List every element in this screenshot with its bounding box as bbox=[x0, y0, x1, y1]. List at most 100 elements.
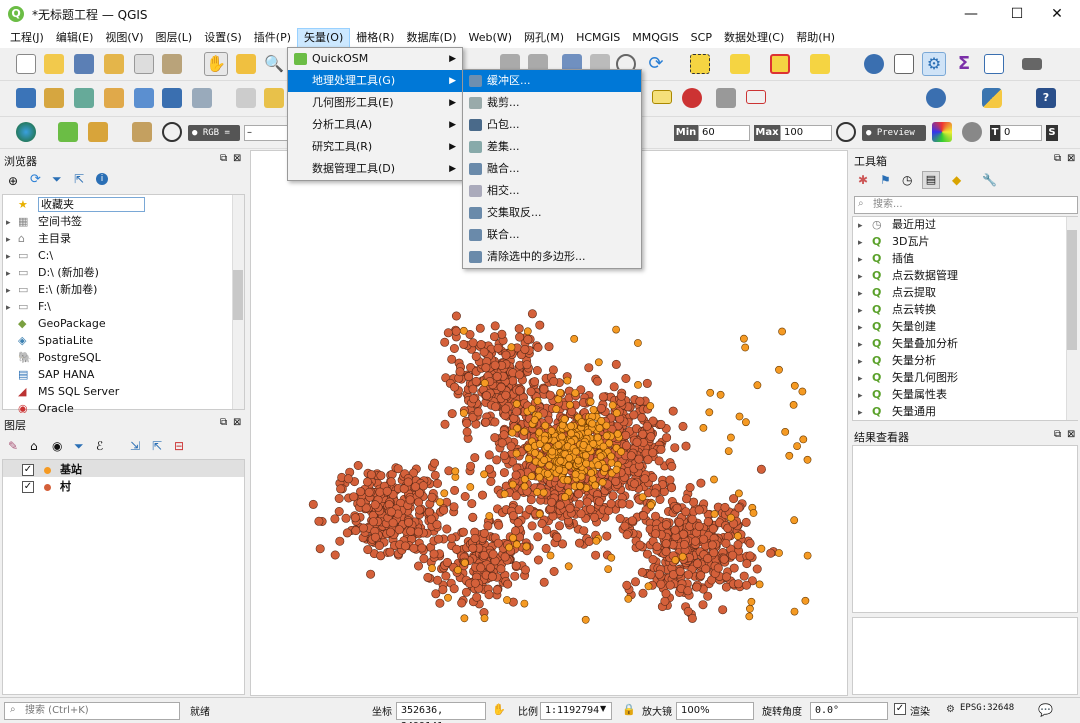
toolbox-item[interactable]: ▸ Q 矢量创建 bbox=[858, 318, 936, 335]
browser-item[interactable]: ▸ ▭ D:\ (新加卷) bbox=[6, 264, 99, 281]
label-color-icon[interactable] bbox=[682, 88, 702, 108]
clear-tool-icon[interactable] bbox=[88, 122, 108, 142]
browser-float-icon[interactable]: ⧉ bbox=[220, 153, 227, 164]
identify-icon[interactable] bbox=[864, 54, 884, 74]
zoom-in-icon[interactable]: 🔍 bbox=[264, 54, 284, 74]
models-icon[interactable]: ✱ bbox=[858, 173, 868, 187]
add-group-icon[interactable]: ⌂ bbox=[30, 439, 38, 453]
magnifier-input[interactable]: 100% bbox=[676, 702, 754, 720]
toolbox-scroll-thumb[interactable] bbox=[1067, 230, 1077, 350]
coord-input[interactable]: 352636, 3499141 bbox=[396, 702, 486, 723]
browser-item[interactable]: ◆ GeoPackage bbox=[6, 315, 106, 332]
menu-8[interactable]: 数据库(D) bbox=[400, 28, 462, 48]
add-mesh-icon[interactable] bbox=[162, 88, 182, 108]
filter-legend-icon[interactable]: ⏷ bbox=[74, 439, 84, 454]
pan-map-icon[interactable]: ✋ bbox=[204, 52, 228, 76]
select-location-icon[interactable] bbox=[810, 54, 830, 74]
locator-search-input[interactable]: 搜索 (Ctrl+K) bbox=[4, 702, 180, 720]
menu-difference[interactable]: 差集... bbox=[463, 136, 641, 158]
processing-toolbox-icon[interactable]: ⚙ bbox=[922, 52, 946, 76]
results-close-icon[interactable]: ⊠ bbox=[1067, 429, 1075, 440]
save-project-icon[interactable] bbox=[74, 54, 94, 74]
menu-5[interactable]: 插件(P) bbox=[248, 28, 297, 48]
menu-convex-hull[interactable]: 凸包... bbox=[463, 114, 641, 136]
gps-icon[interactable] bbox=[926, 88, 946, 108]
station-checkbox[interactable]: ✓ bbox=[22, 464, 34, 476]
browser-item[interactable]: ◢ MS SQL Server bbox=[6, 383, 119, 400]
band-input[interactable]: – bbox=[244, 125, 288, 141]
menu-9[interactable]: Web(W) bbox=[463, 28, 518, 48]
expand-arrow-icon[interactable]: ▸ bbox=[858, 405, 868, 422]
village-checkbox[interactable]: ✓ bbox=[22, 481, 34, 493]
close-button[interactable]: ✕ bbox=[1034, 0, 1080, 28]
data-source-manager-icon[interactable] bbox=[16, 88, 36, 108]
statistics-icon[interactable]: Σ bbox=[954, 54, 974, 74]
digitize-icon[interactable] bbox=[104, 88, 124, 108]
toolbox-item[interactable]: ▸ ◷ 最近用过 bbox=[858, 216, 936, 233]
toolbox-item[interactable]: ▸ Q 矢量叠加分析 bbox=[858, 335, 958, 352]
lock-scale-icon[interactable]: 🔒 bbox=[622, 703, 636, 716]
style-manager-icon[interactable] bbox=[162, 54, 182, 74]
results-icon[interactable]: ▤ bbox=[922, 171, 940, 189]
browser-item[interactable]: ▸ ▭ F:\ bbox=[6, 298, 51, 315]
menu-union[interactable]: 联合... bbox=[463, 224, 641, 246]
history-icon[interactable]: ◷ bbox=[902, 173, 912, 187]
menu-6[interactable]: 矢量(O) bbox=[297, 28, 351, 48]
zoom-full-band-icon[interactable] bbox=[836, 122, 856, 142]
search-map-icon[interactable] bbox=[58, 122, 78, 142]
new-project-icon[interactable] bbox=[16, 54, 36, 74]
raster-calc-icon[interactable] bbox=[132, 122, 152, 142]
menu-quickosm[interactable]: QuickOSM ▶ bbox=[288, 48, 462, 70]
crs-label[interactable]: EPSG:32648 bbox=[960, 703, 1014, 713]
menu-0[interactable]: 工程(J) bbox=[4, 28, 50, 48]
expand-all-icon[interactable]: ⇲ bbox=[130, 439, 140, 453]
save-as-icon[interactable] bbox=[104, 54, 124, 74]
globe-icon[interactable] bbox=[16, 122, 36, 142]
toolbox-item[interactable]: ▸ Q 点云数据管理 bbox=[858, 267, 958, 284]
toolbox-item[interactable]: ▸ Q 点云转换 bbox=[858, 301, 936, 318]
layer-row-village[interactable]: ✓ 村 bbox=[22, 478, 71, 495]
add-vector-icon[interactable] bbox=[74, 88, 94, 108]
pan-to-selection-icon[interactable] bbox=[236, 54, 256, 74]
menu-4[interactable]: 设置(S) bbox=[198, 28, 248, 48]
select-by-value-icon[interactable] bbox=[730, 54, 750, 74]
rotation-input[interactable]: 0.0° bbox=[810, 702, 888, 720]
minimize-button[interactable]: — bbox=[948, 0, 994, 28]
refresh-icon[interactable]: ⟳ bbox=[646, 54, 666, 74]
edit-pencil-icon[interactable] bbox=[236, 88, 256, 108]
menu-buffer[interactable]: 缓冲区... bbox=[463, 70, 641, 92]
toolbox-float-icon[interactable]: ⧉ bbox=[1054, 153, 1061, 164]
menu-geometry[interactable]: 几何图形工具(E) ▶ bbox=[288, 92, 462, 114]
browser-item[interactable]: ▸ ▦ 空间书签 bbox=[6, 213, 82, 230]
browser-scroll-thumb[interactable] bbox=[233, 270, 243, 320]
browser-item[interactable]: ◈ SpatiaLite bbox=[6, 332, 93, 349]
results-float-icon[interactable]: ⧉ bbox=[1054, 429, 1061, 440]
reload-icon[interactable] bbox=[962, 122, 982, 142]
menu-14[interactable]: 数据处理(C) bbox=[718, 28, 790, 48]
browser-item[interactable]: ★ 收藏夹 bbox=[6, 196, 145, 213]
menu-clip[interactable]: 裁剪... bbox=[463, 92, 641, 114]
toolbox-item[interactable]: ▸ Q 点云提取 bbox=[858, 284, 936, 301]
rgb-toggle[interactable]: ● RGB = bbox=[188, 125, 240, 141]
t-input[interactable]: 0 bbox=[1000, 125, 1042, 141]
python-console-icon[interactable] bbox=[982, 88, 1002, 108]
menu-10[interactable]: 网孔(M) bbox=[518, 28, 570, 48]
toolbox-item[interactable]: ▸ Q 矢量通用 bbox=[858, 403, 936, 420]
crs-icon[interactable]: ⚙ bbox=[946, 704, 955, 715]
menu-data-management[interactable]: 数据管理工具(D) ▶ bbox=[288, 158, 462, 180]
menu-research[interactable]: 研究工具(R) ▶ bbox=[288, 136, 462, 158]
menu-15[interactable]: 帮助(H) bbox=[790, 28, 841, 48]
add-selected-icon[interactable]: ⊕ bbox=[8, 174, 18, 188]
new-geopackage-icon[interactable] bbox=[44, 88, 64, 108]
toolbox-item[interactable]: ▸ Q 矢量几何图形 bbox=[858, 369, 958, 386]
select-features-icon[interactable] bbox=[690, 54, 710, 74]
preview-toggle[interactable]: ● Preview bbox=[862, 125, 926, 141]
toolbox-item[interactable]: ▸ Q 插值 bbox=[858, 250, 914, 267]
toolbox-item[interactable]: ▸ Q 3D瓦片 bbox=[858, 233, 929, 250]
browser-item[interactable]: ▸ ⌂ 主目录 bbox=[6, 230, 71, 247]
filter-expr-icon[interactable]: ℰ bbox=[96, 439, 103, 453]
help-icon[interactable]: ? bbox=[1036, 88, 1056, 108]
menu-dissolve[interactable]: 融合... bbox=[463, 158, 641, 180]
toolbox-close-icon[interactable]: ⊠ bbox=[1067, 153, 1075, 164]
min-input[interactable]: 60 bbox=[698, 125, 750, 141]
